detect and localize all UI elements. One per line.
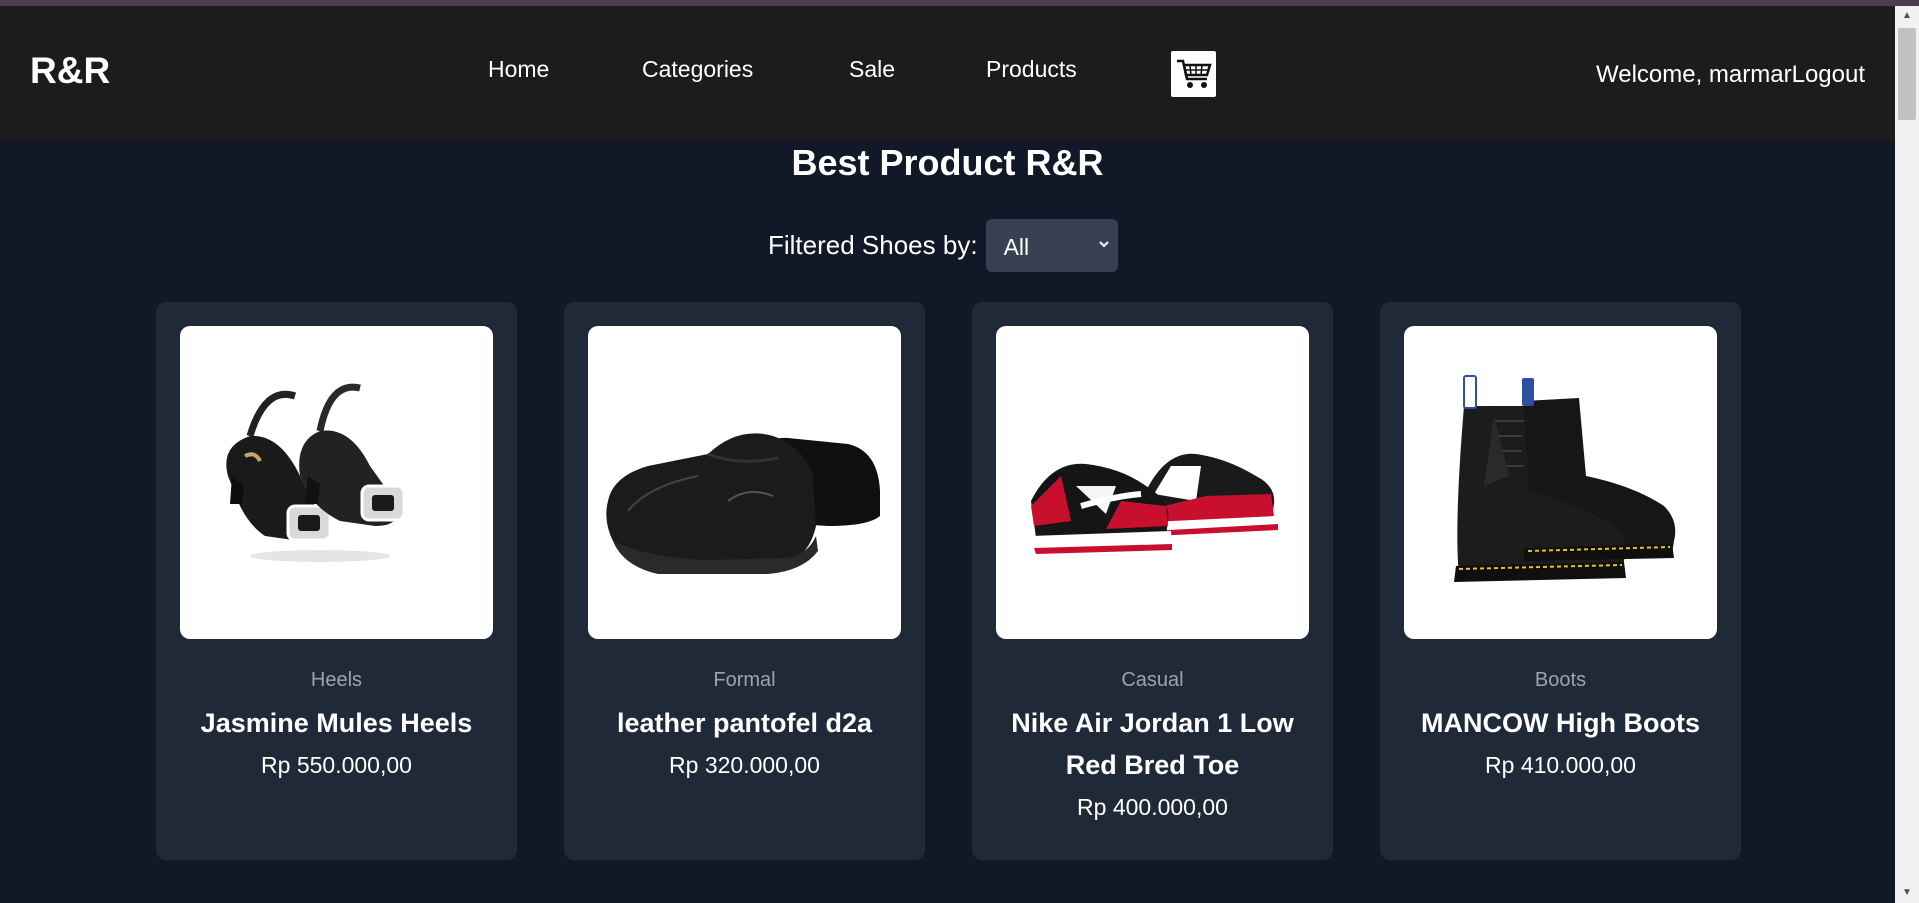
product-price: Rp 410.000,00 — [1485, 752, 1636, 778]
user-welcome: Welcome, marmarLogout — [1596, 61, 1865, 89]
scrollbar-thumb[interactable] — [1898, 28, 1916, 120]
category-filter-select[interactable]: All — [985, 219, 1118, 272]
product-image[interactable] — [180, 326, 493, 639]
product-card[interactable]: Boots MANCOW High Boots Rp 410.000,00 — [1380, 302, 1741, 860]
product-image[interactable] — [996, 326, 1309, 639]
navbar: R&R Home Categories Sale Products Welcom… — [0, 6, 1895, 141]
product-name[interactable]: MANCOW High Boots — [1400, 702, 1721, 744]
cart-button[interactable] — [1171, 51, 1216, 97]
nav-link-products[interactable]: Products — [986, 56, 1077, 83]
brand-logo[interactable]: R&R — [30, 50, 110, 92]
product-image[interactable] — [1404, 326, 1717, 639]
product-card[interactable]: Heels Jasmine Mules Heels Rp 550.000,00 — [156, 302, 517, 860]
product-category: Heels — [310, 669, 363, 691]
vertical-scrollbar[interactable]: ▲ ▼ — [1895, 6, 1919, 903]
product-category: Boots — [1534, 669, 1587, 691]
product-card[interactable]: Casual Nike Air Jordan 1 Low Red Bred To… — [972, 302, 1333, 860]
product-category: Casual — [1121, 669, 1184, 691]
heels-shoe-image — [226, 383, 406, 562]
formal-shoe-image — [606, 433, 880, 574]
shopping-cart-icon — [1176, 59, 1212, 88]
product-name[interactable]: leather pantofel d2a — [584, 702, 905, 744]
product-price: Rp 320.000,00 — [669, 752, 820, 778]
filter-label: Filtered Shoes by: — [768, 230, 978, 260]
product-price: Rp 550.000,00 — [261, 752, 412, 778]
logout-link[interactable]: Logout — [1792, 61, 1865, 88]
chevron-down-icon — [1098, 241, 1109, 248]
product-price: Rp 400.000,00 — [1077, 794, 1228, 820]
nav-link-categories[interactable]: Categories — [642, 56, 753, 83]
product-name[interactable]: Jasmine Mules Heels — [176, 702, 497, 744]
nav-link-sale[interactable]: Sale — [849, 56, 895, 83]
product-image[interactable] — [588, 326, 901, 639]
boots-image — [1454, 375, 1676, 582]
scroll-down-arrow-icon[interactable]: ▼ — [1895, 883, 1919, 903]
welcome-text: Welcome, marmar — [1596, 61, 1792, 88]
product-name[interactable]: Nike Air Jordan 1 Low Red Bred Toe — [992, 702, 1313, 786]
product-category: Formal — [713, 669, 776, 691]
product-card[interactable]: Formal leather pantofel d2a Rp 320.000,0… — [564, 302, 925, 860]
filter-row: Filtered Shoes by: All — [768, 219, 1118, 272]
filter-selected-value: All — [1003, 234, 1030, 260]
scroll-up-arrow-icon[interactable]: ▲ — [1895, 6, 1919, 26]
page-title: Best Product R&R — [791, 142, 1104, 183]
nav-link-home[interactable]: Home — [488, 56, 549, 83]
sneaker-image — [1031, 453, 1278, 554]
